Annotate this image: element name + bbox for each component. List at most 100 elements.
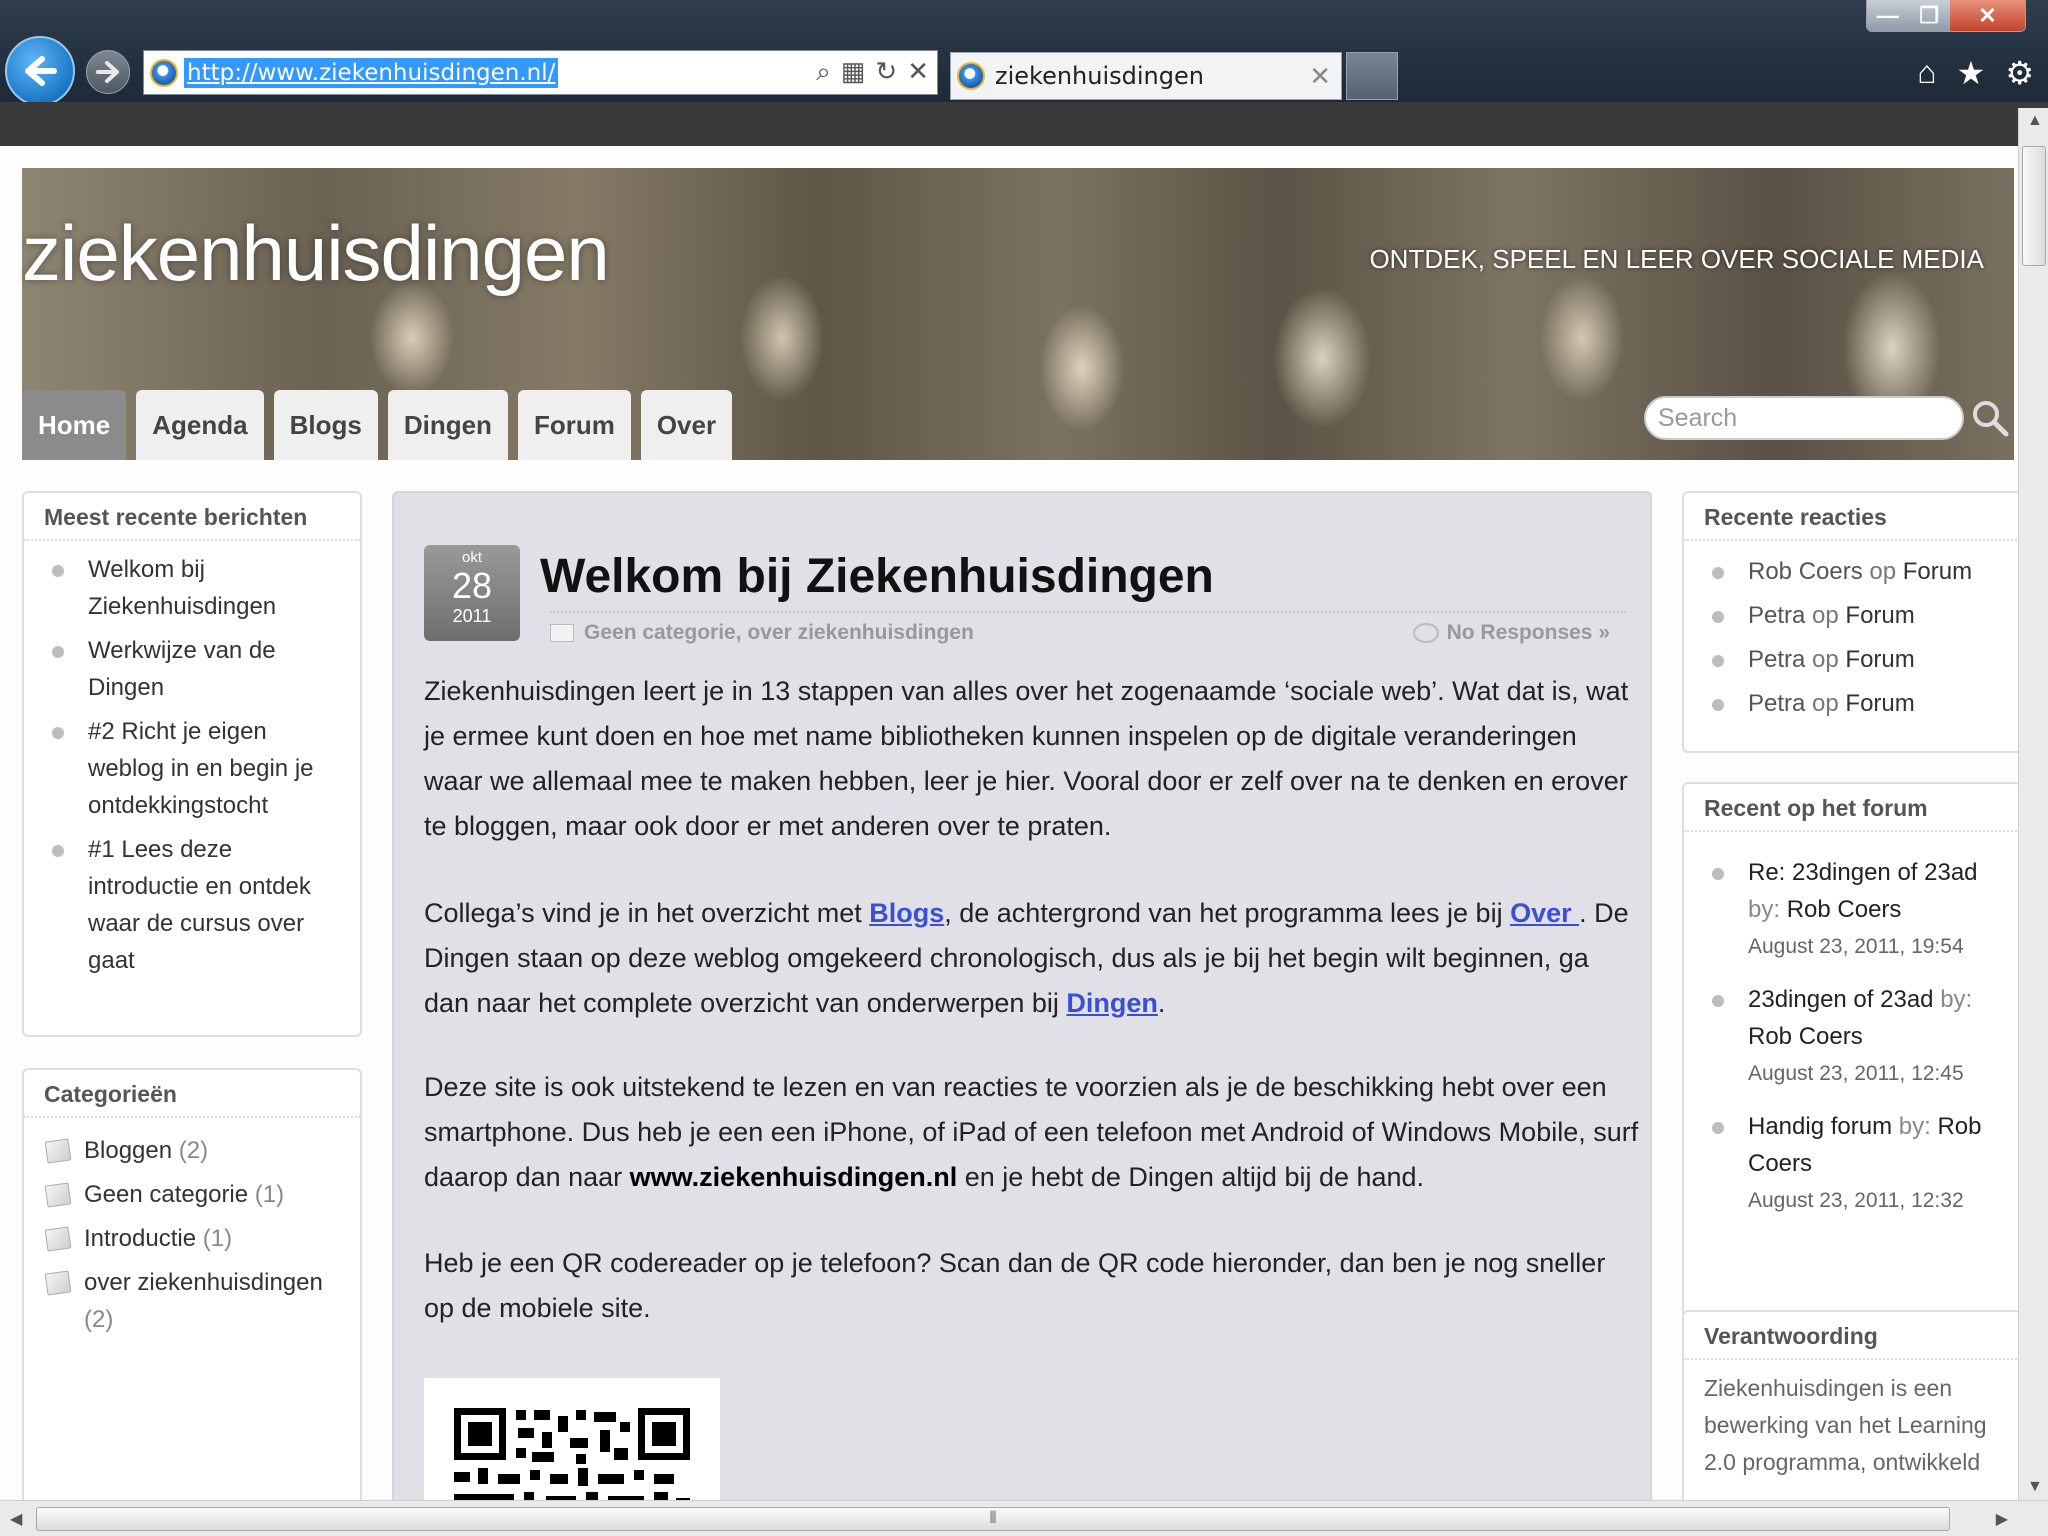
site-header: ziekenhuisdingen ONTDEK, SPEEL EN LEER O…: [22, 168, 2014, 460]
stop-icon[interactable]: ✕: [907, 56, 929, 88]
comment-op: op: [1869, 558, 1897, 585]
back-arrow-icon: [25, 56, 57, 86]
folder-icon: [44, 1270, 72, 1296]
url-text[interactable]: http://www.ziekenhuisdingen.nl/: [184, 57, 559, 88]
widget-title: Categorieën: [24, 1070, 360, 1118]
recent-post-link[interactable]: Welkom bij Ziekenhuisdingen: [38, 551, 346, 625]
recent-posts-widget: Meest recente berichten Welkom bij Zieke…: [22, 491, 362, 1037]
close-tab-icon[interactable]: ✕: [1309, 61, 1331, 92]
recent-post-link[interactable]: #1 Lees deze introductie en ontdek waar …: [38, 831, 346, 979]
forum-topic-link[interactable]: Handig forum: [1748, 1113, 1892, 1140]
chrome-divider: [0, 102, 2048, 146]
categories-widget: Categorieën Bloggen (2) Geen categorie (…: [22, 1068, 362, 1500]
recent-comment-item: Rob Coers op Forum: [1698, 553, 2006, 590]
comment-post-link[interactable]: Forum: [1845, 646, 1914, 673]
category-item[interactable]: Introductie (1): [44, 1220, 340, 1257]
category-link[interactable]: Introductie: [84, 1225, 196, 1252]
tools-gear-icon[interactable]: ⚙: [2005, 54, 2034, 92]
scroll-down-icon[interactable]: ▼: [2027, 1478, 2043, 1496]
dingen-link[interactable]: Dingen: [1066, 988, 1158, 1018]
scroll-right-icon[interactable]: ▶: [1996, 1509, 2008, 1529]
recent-posts-list: Welkom bij Ziekenhuisdingen Werkwijze va…: [24, 541, 360, 979]
forum-by: by:: [1748, 896, 1781, 923]
nav-blogs[interactable]: Blogs: [273, 390, 378, 460]
favorites-star-icon[interactable]: ★: [1957, 54, 1986, 92]
minimize-button[interactable]: —: [1867, 0, 1909, 31]
main-nav: Home Agenda Blogs Dingen Forum Over: [22, 390, 733, 460]
comment-author[interactable]: Petra: [1748, 690, 1805, 717]
forum-list: Re: 23dingen of 23ad by: Rob Coers August…: [1684, 832, 2018, 1219]
post-paragraph: Deze site is ook uitstekend te lezen en …: [424, 1065, 1639, 1200]
category-icon: [550, 624, 574, 643]
category-count: (1): [202, 1225, 233, 1252]
over-link[interactable]: Over: [1510, 898, 1579, 928]
refresh-icon[interactable]: ↻: [875, 56, 897, 88]
horizontal-scrollbar[interactable]: ◀ ⦀ ▶: [0, 1500, 2048, 1536]
site-tagline: ONTDEK, SPEEL EN LEER OVER SOCIALE MEDIA: [1369, 244, 1984, 274]
post-comments[interactable]: No Responses »: [1412, 621, 1610, 645]
date-month: okt: [461, 549, 482, 566]
folder-icon: [44, 1138, 72, 1164]
search-icon[interactable]: [1970, 398, 2010, 438]
forum-author: Rob Coers: [1786, 896, 1902, 923]
category-item[interactable]: Geen categorie (1): [44, 1176, 340, 1213]
recent-post-link[interactable]: Werkwijze van de Dingen: [38, 632, 346, 706]
recent-post-link[interactable]: #2 Richt je eigen weblog in en begin je …: [38, 713, 346, 824]
nav-home[interactable]: Home: [22, 390, 127, 460]
responses-link[interactable]: No Responses »: [1447, 621, 1610, 644]
category-link[interactable]: Geen categorie: [84, 1181, 248, 1208]
comment-author[interactable]: Petra: [1748, 646, 1805, 673]
compat-view-icon[interactable]: ▦: [841, 56, 866, 88]
tab-ziekenhuisdingen[interactable]: ziekenhuisdingen ✕: [950, 52, 1342, 100]
comment-op: op: [1812, 690, 1839, 717]
post-title[interactable]: Welkom bij Ziekenhuisdingen: [540, 549, 1214, 604]
category-link[interactable]: Bloggen: [84, 1137, 172, 1164]
vertical-scroll-thumb[interactable]: [2022, 146, 2046, 266]
category-item[interactable]: Bloggen (2): [44, 1132, 340, 1169]
recent-comment-item: Petra op Forum: [1698, 597, 2006, 634]
comment-post-link[interactable]: Forum: [1845, 602, 1914, 629]
blogs-link[interactable]: Blogs: [869, 898, 944, 928]
text-run: , de achtergrond van het programma lees …: [944, 898, 1511, 928]
category-link[interactable]: over ziekenhuisdingen: [84, 1269, 323, 1296]
forward-button[interactable]: [86, 50, 130, 94]
vertical-scrollbar[interactable]: ▲ ▼: [2018, 108, 2048, 1500]
comment-post-link[interactable]: Forum: [1845, 690, 1914, 717]
comment-author[interactable]: Rob Coers: [1748, 558, 1863, 585]
window-controls: — ❐ ✕: [1866, 0, 2026, 32]
category-count: (2): [178, 1137, 209, 1164]
scroll-up-icon[interactable]: ▲: [2027, 112, 2043, 130]
forum-topic-link[interactable]: 23dingen of 23ad: [1748, 986, 1934, 1013]
post-categories[interactable]: Geen categorie, over ziekenhuisdingen: [584, 621, 974, 644]
close-window-button[interactable]: ✕: [1949, 0, 2025, 31]
new-tab-button[interactable]: [1346, 52, 1398, 100]
folder-icon: [44, 1182, 72, 1208]
nav-agenda[interactable]: Agenda: [136, 390, 264, 460]
forum-topic-link[interactable]: Re: 23dingen of 23ad: [1748, 859, 1978, 886]
category-item[interactable]: over ziekenhuisdingen (2): [44, 1264, 340, 1338]
search-input[interactable]: Search: [1644, 396, 1964, 440]
forum-date: August 23, 2011, 12:45: [1748, 1062, 1964, 1085]
comment-post-link[interactable]: Forum: [1903, 558, 1972, 585]
recent-comment-item: Petra op Forum: [1698, 685, 2006, 722]
nav-forum[interactable]: Forum: [517, 390, 631, 460]
comment-op: op: [1812, 646, 1839, 673]
home-icon[interactable]: ⌂: [1917, 54, 1936, 92]
address-bar[interactable]: http://www.ziekenhuisdingen.nl/ ⌕ ▦ ↻ ✕: [143, 50, 938, 95]
back-button[interactable]: [5, 36, 75, 106]
forum-item: 23dingen of 23ad by: Rob Coers August 23,…: [1698, 981, 2006, 1092]
category-count: (2): [84, 1306, 114, 1333]
search-icon[interactable]: ⌕: [816, 56, 831, 88]
comment-author[interactable]: Petra: [1748, 602, 1805, 629]
forum-date: August 23, 2011, 12:32: [1748, 1189, 1964, 1212]
nav-over[interactable]: Over: [640, 390, 733, 460]
scroll-left-icon[interactable]: ◀: [10, 1509, 22, 1529]
text-run: Collega’s vind je in het overzicht met: [424, 898, 870, 928]
horizontal-scroll-thumb[interactable]: ⦀: [36, 1507, 1950, 1531]
categories-list: Bloggen (2) Geen categorie (1) Introduct…: [24, 1118, 360, 1338]
nav-dingen[interactable]: Dingen: [387, 390, 508, 460]
maximize-button[interactable]: ❐: [1908, 0, 1950, 31]
post-paragraph: Collega’s vind je in het overzicht met B…: [424, 891, 1639, 1026]
site-title[interactable]: ziekenhuisdingen: [22, 208, 610, 299]
date-year: 2011: [452, 606, 492, 626]
